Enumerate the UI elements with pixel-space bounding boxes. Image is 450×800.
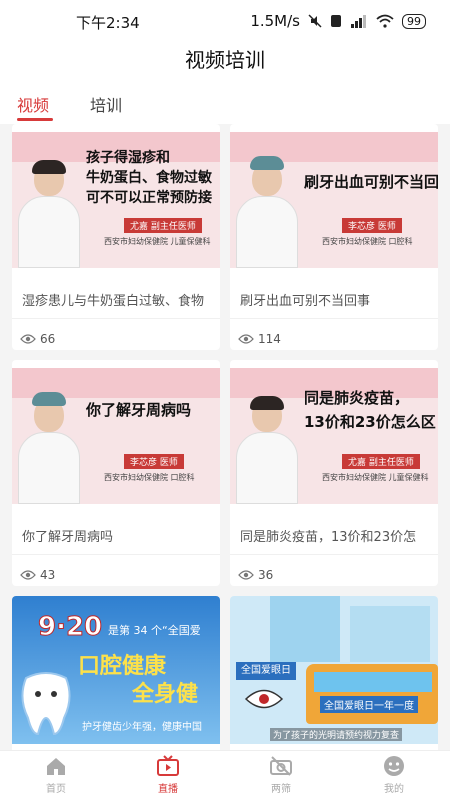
video-grid: 孩子得湿疹和 牛奶蛋白、食物过敏 可不可以正常预防接 尤嘉 副主任医师 西安市妇…: [0, 124, 450, 750]
wifi-icon: [376, 14, 394, 28]
poster-caption: 为了孩子的光明请预约视力复查: [270, 728, 403, 741]
status-icons: 1.5M/s 99: [250, 12, 426, 30]
thumb-title-line: 牛奶蛋白、食物过敏: [86, 170, 212, 186]
doctor-name-tag: 尤嘉 副主任医师: [342, 454, 420, 469]
nav-label: 两筛: [271, 784, 291, 795]
sim-icon: [331, 15, 341, 27]
card-divider: [12, 554, 220, 555]
doctor-name-tag: 尤嘉 副主任医师: [124, 218, 202, 233]
doctor-name-tag: 李芯彦 医师: [124, 454, 184, 469]
building: [350, 606, 430, 662]
tv-icon: [157, 755, 179, 776]
poster-date: 9·20: [37, 612, 103, 643]
thumb-title-line: 刷牙出血可别不当回: [304, 173, 438, 191]
nav-label: 首页: [46, 784, 66, 795]
eye-icon: [244, 689, 284, 709]
thumb-title-line: 可不可以正常预防接: [86, 190, 212, 206]
view-count-value: 36: [258, 568, 274, 582]
status-time: 下午2:34: [76, 14, 140, 32]
sign-text: 全国爱眼日: [241, 665, 291, 676]
thumb-title-line: 你了解牙周病吗: [86, 401, 192, 419]
card-divider: [230, 318, 438, 319]
doctor-name-tag: 李芯彦 医师: [342, 218, 402, 233]
tab-underline: [17, 118, 53, 121]
tab-bar: 视频 培训: [0, 84, 450, 124]
profile-icon: [384, 756, 404, 776]
nav-live[interactable]: 直播: [138, 755, 198, 795]
page-title: 视频培训: [185, 48, 265, 72]
page-header: 视频培训: [0, 40, 450, 84]
tab-video[interactable]: 视频: [17, 92, 49, 116]
video-title[interactable]: 同是肺炎疫苗，13价和23价怎: [240, 526, 436, 545]
view-count: 114: [238, 332, 281, 346]
eye-icon: [238, 570, 254, 580]
tooth-icon: [21, 672, 71, 736]
video-thumbnail[interactable]: 9·20 是第 34 个“全国爱 口腔健康 全身健 护牙健齿少年强，健康中国: [12, 596, 220, 744]
view-count-value: 43: [40, 568, 56, 582]
poster-line: 是第 34 个“全国爱: [108, 624, 201, 637]
hospital-label: 西安市妇幼保健院 儿童保健科: [322, 473, 429, 482]
eye-icon: [238, 334, 254, 344]
video-thumbnail[interactable]: 同是肺炎疫苗， 13价和23价怎么区 尤嘉 副主任医师 西安市妇幼保健院 儿童保…: [230, 368, 438, 504]
building: [270, 596, 340, 662]
hospital-label: 西安市妇幼保健院 口腔科: [104, 473, 195, 482]
doctor-figure: [18, 392, 80, 504]
thumb-title-line: 同是肺炎疫苗，: [304, 389, 410, 407]
view-count-value: 66: [40, 332, 56, 346]
hospital-label: 西安市妇幼保健院 口腔科: [322, 237, 413, 246]
nav-label: 直播: [158, 784, 178, 795]
video-thumbnail[interactable]: 刷牙出血可别不当回 李芯彦 医师 西安市妇幼保健院 口腔科: [230, 132, 438, 268]
nav-home[interactable]: 首页: [26, 755, 86, 795]
nav-screening[interactable]: 两筛: [251, 755, 311, 795]
eye-icon: [20, 334, 36, 344]
video-thumbnail[interactable]: 你了解牙周病吗 李芯彦 医师 西安市妇幼保健院 口腔科: [12, 368, 220, 504]
video-card[interactable]: 同是肺炎疫苗， 13价和23价怎么区 尤嘉 副主任医师 西安市妇幼保健院 儿童保…: [230, 360, 438, 586]
bus: 全国爱眼日一年一度: [306, 664, 438, 724]
video-card[interactable]: 全国爱眼日 全国爱眼日一年一度 为了孩子的光明请预约视力复查: [230, 596, 438, 750]
poster-headline: 全身健: [132, 682, 199, 707]
shop-sign: 全国爱眼日: [236, 662, 296, 680]
video-card[interactable]: 刷牙出血可别不当回 李芯彦 医师 西安市妇幼保健院 口腔科 刷牙出血可别不当回事…: [230, 124, 438, 350]
doctor-figure: [18, 160, 80, 268]
bottom-nav: 首页 直播 两筛 我的: [0, 750, 450, 800]
video-title[interactable]: 刷牙出血可别不当回事: [240, 290, 436, 309]
video-thumbnail[interactable]: 全国爱眼日 全国爱眼日一年一度 为了孩子的光明请预约视力复查: [230, 596, 438, 744]
view-count: 36: [238, 568, 273, 582]
video-card[interactable]: 你了解牙周病吗 李芯彦 医师 西安市妇幼保健院 口腔科 你了解牙周病吗 43: [12, 360, 220, 586]
thumb-title-line: 孩子得湿疹和: [86, 150, 170, 166]
card-divider: [12, 318, 220, 319]
battery-icon: 99: [402, 13, 426, 29]
home-icon: [47, 758, 65, 775]
card-divider: [230, 554, 438, 555]
view-count-value: 114: [258, 332, 281, 346]
video-card[interactable]: 9·20 是第 34 个“全国爱 口腔健康 全身健 护牙健齿少年强，健康中国: [12, 596, 220, 750]
bus-sign: 全国爱眼日一年一度: [320, 696, 418, 713]
signal-icon: [351, 15, 366, 28]
hospital-label: 西安市妇幼保健院 儿童保健科: [104, 237, 211, 246]
eye-icon: [20, 570, 36, 580]
video-title[interactable]: 湿疹患儿与牛奶蛋白过敏、食物: [22, 290, 218, 309]
mute-icon: [308, 14, 322, 28]
tab-training[interactable]: 培训: [90, 92, 122, 116]
doctor-figure: [236, 396, 298, 504]
poster-slogan: 护牙健齿少年强，健康中国: [82, 722, 202, 733]
video-card[interactable]: 孩子得湿疹和 牛奶蛋白、食物过敏 可不可以正常预防接 尤嘉 副主任医师 西安市妇…: [12, 124, 220, 350]
doctor-figure: [236, 156, 298, 268]
thumb-title-line: 13价和23价怎么区: [304, 413, 436, 431]
view-count: 43: [20, 568, 55, 582]
status-bar: 下午2:34 1.5M/s 99: [0, 0, 450, 40]
nav-mine[interactable]: 我的: [364, 755, 424, 795]
view-count: 66: [20, 332, 55, 346]
camera-off-icon: [270, 756, 292, 776]
video-thumbnail[interactable]: 孩子得湿疹和 牛奶蛋白、食物过敏 可不可以正常预防接 尤嘉 副主任医师 西安市妇…: [12, 132, 220, 268]
nav-label: 我的: [384, 784, 404, 795]
network-speed: 1.5M/s: [250, 12, 300, 30]
video-title[interactable]: 你了解牙周病吗: [22, 526, 218, 545]
